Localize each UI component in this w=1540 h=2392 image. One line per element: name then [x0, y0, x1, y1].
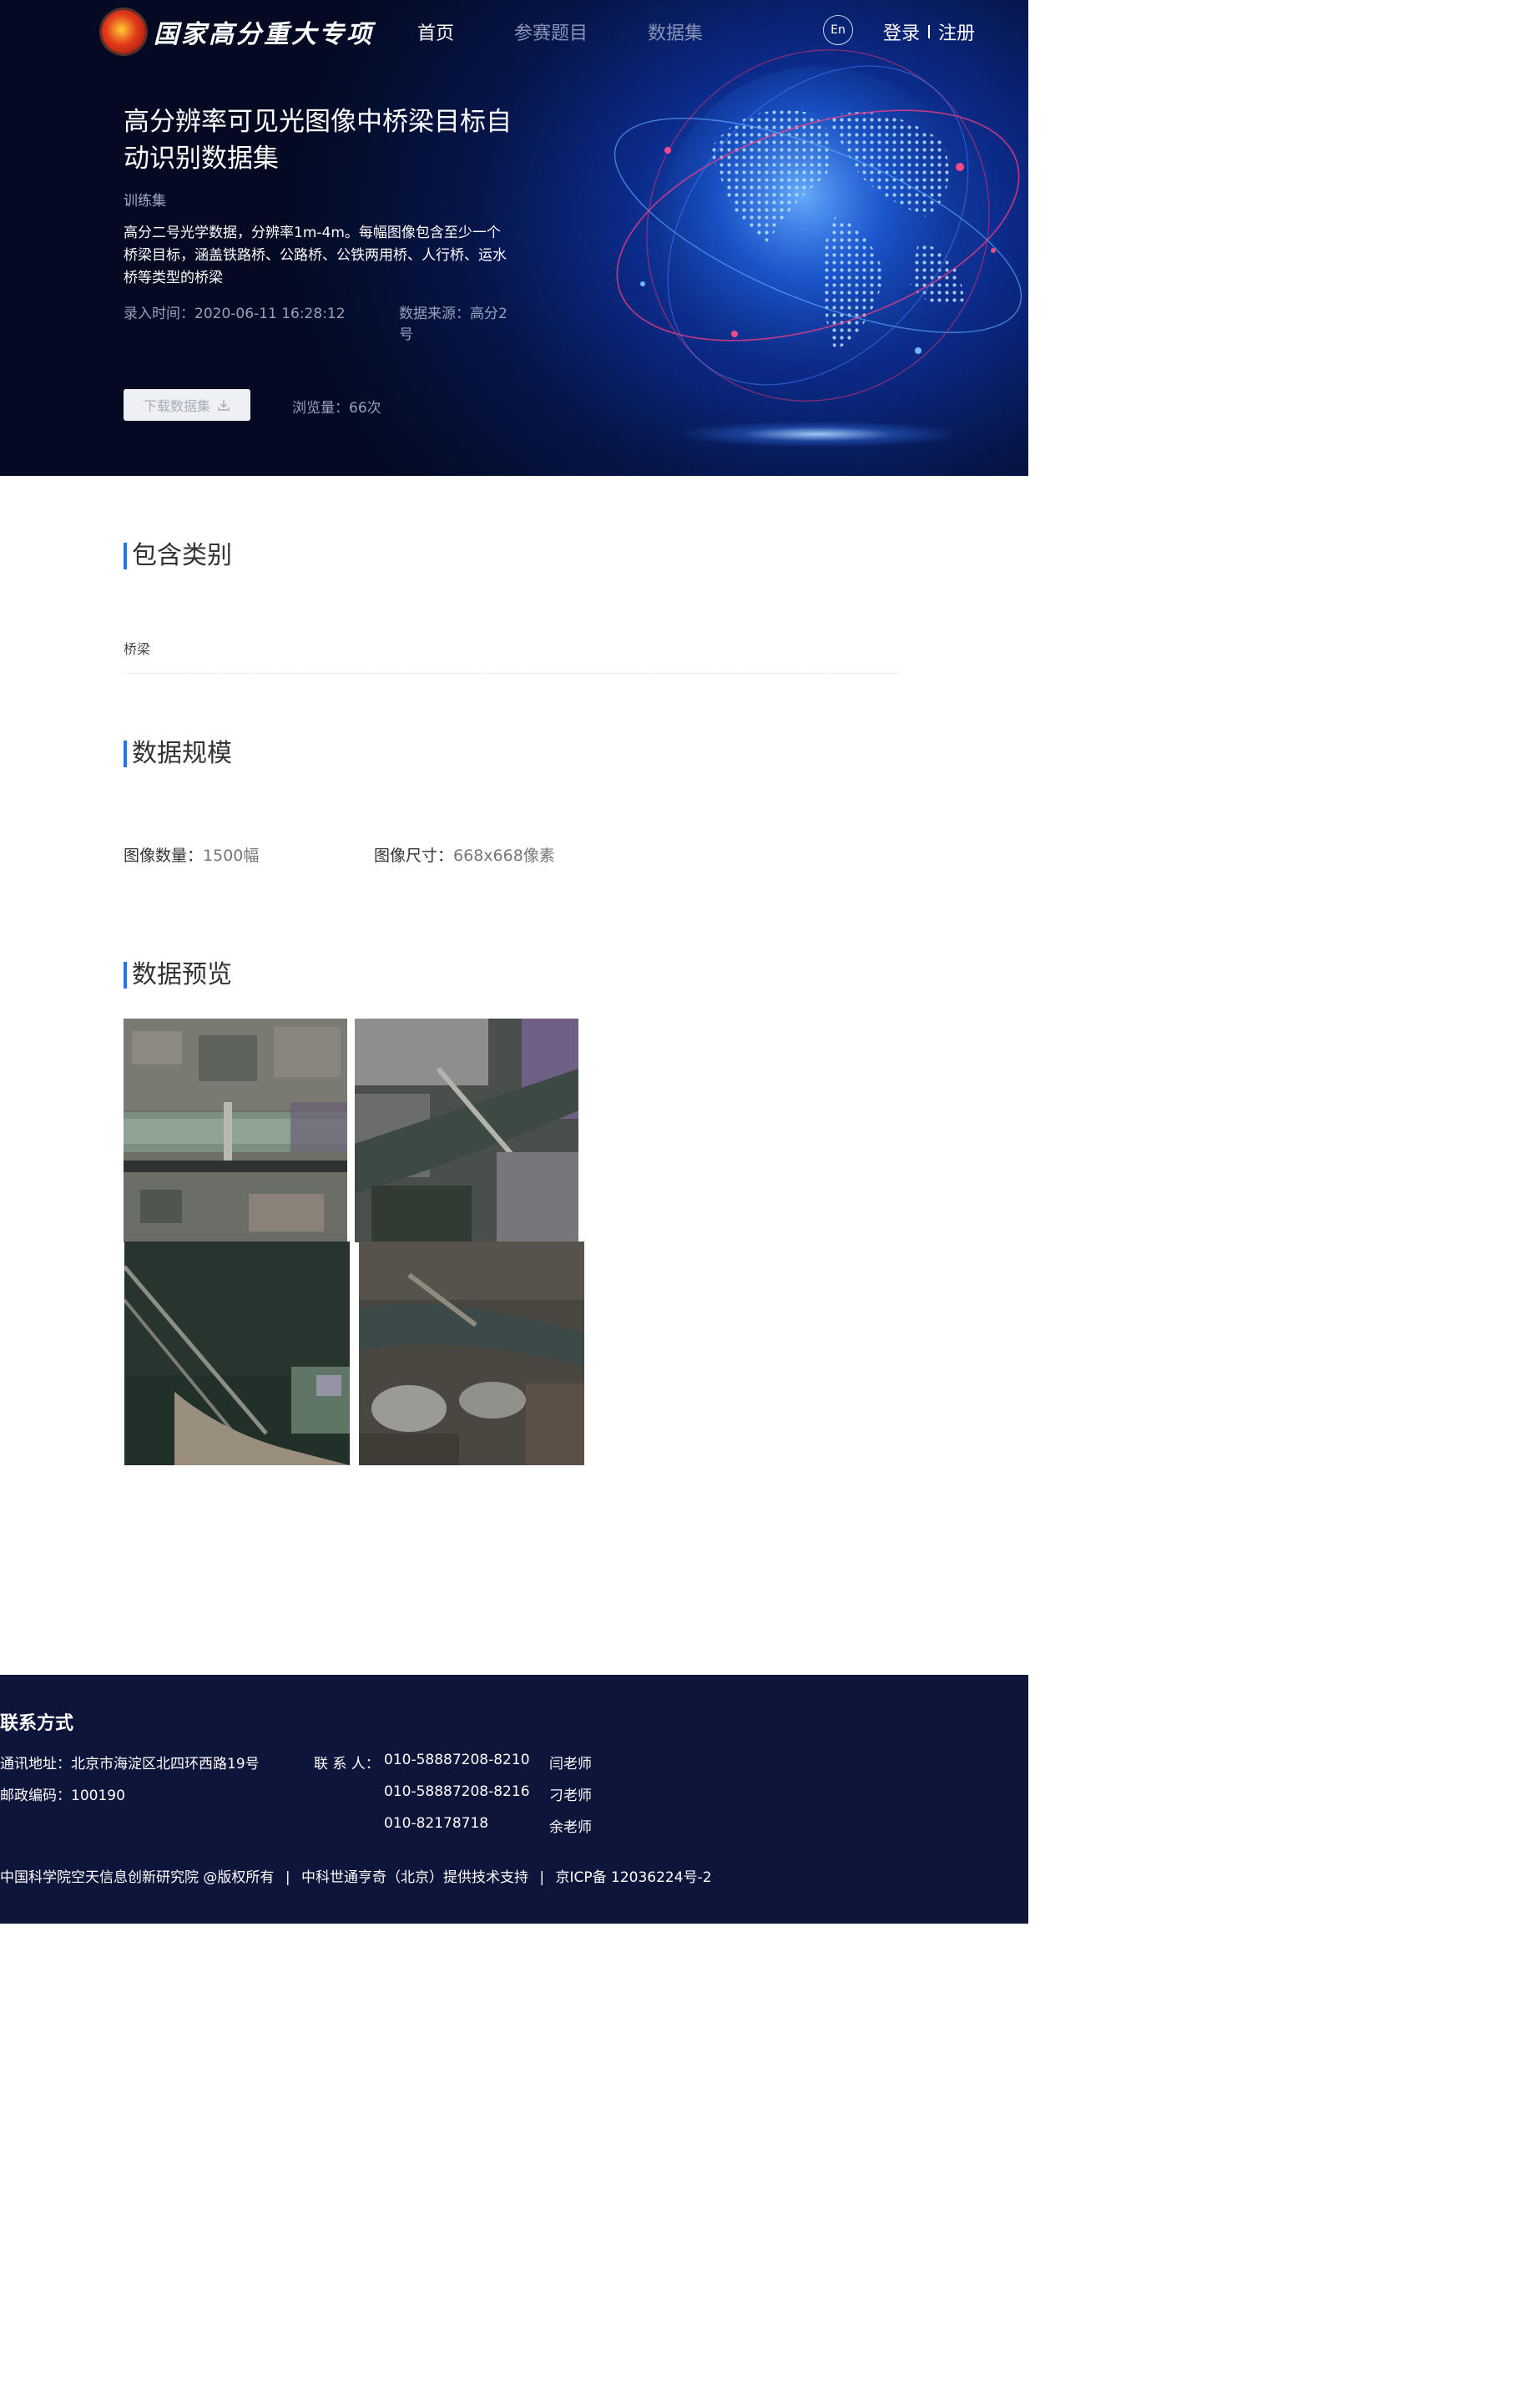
- section-title-preview: 数据预览: [124, 962, 232, 989]
- hero-banner: 国家高分重大专项 首页 参赛题目 数据集 En 登录 注册 高分辨率可见光图像中…: [0, 0, 1028, 476]
- preview-image-2[interactable]: [355, 1019, 578, 1242]
- nav-datasets[interactable]: 数据集: [648, 18, 703, 45]
- globe-illustration: [613, 49, 1022, 402]
- footer-address: 通讯地址：北京市海淀区北四环西路19号: [0, 1756, 260, 1773]
- footer-postcode: 邮政编码：100190: [0, 1788, 125, 1804]
- data-source: 数据来源：高分2号: [399, 306, 507, 343]
- site-logo[interactable]: 国家高分重大专项: [102, 10, 374, 53]
- site-footer: 联系方式 通讯地址：北京市海淀区北四环西路19号 邮政编码：100190 联 系…: [0, 1675, 1028, 1924]
- download-dataset-button[interactable]: 下载数据集: [124, 389, 250, 421]
- footer-title: 联系方式: [0, 1713, 74, 1734]
- nav-topics[interactable]: 参赛题目: [514, 18, 588, 45]
- footer-separator: |: [285, 1869, 290, 1886]
- image-count-label: 图像数量：: [124, 847, 204, 865]
- download-icon: [218, 400, 230, 411]
- footer-support: 中科世通亨奇（北京）提供技术支持: [300, 1869, 528, 1886]
- light-glow: [684, 422, 952, 447]
- download-label: 下载数据集: [143, 398, 210, 414]
- logo-text: 国家高分重大专项: [154, 20, 374, 49]
- footer-separator: |: [539, 1869, 545, 1886]
- footer-contact-label: 联 系 人：: [314, 1756, 380, 1773]
- footer-contact-phone: 010-82178718: [384, 1815, 489, 1832]
- footer-contact-phone: 010-58887208-8210: [384, 1752, 530, 1768]
- footer-contact-phone: 010-58887208-8216: [384, 1783, 530, 1800]
- preview-image-3[interactable]: [124, 1242, 350, 1465]
- section-title-scale: 数据规模: [124, 741, 232, 767]
- logo-seal-icon: [102, 10, 145, 53]
- view-count: 浏览量：66次: [292, 400, 381, 417]
- image-size-label: 图像尺寸：: [374, 847, 454, 865]
- image-count: 图像数量：1500幅: [124, 843, 259, 866]
- footer-legal: 中国科学院空天信息创新研究院 @版权所有 | 中科世通亨奇（北京）提供技术支持 …: [0, 1865, 712, 1886]
- record-time: 录入时间：2020-06-11 16:28:12: [124, 306, 346, 322]
- footer-contact-name: 闫老师: [549, 1756, 592, 1773]
- language-toggle[interactable]: En: [823, 15, 853, 45]
- preview-image-1[interactable]: [124, 1019, 347, 1242]
- category-divider: [124, 673, 900, 674]
- section-title-categories: 包含类别: [124, 543, 232, 569]
- nav-home[interactable]: 首页: [417, 18, 454, 45]
- category-item: 桥梁: [124, 641, 151, 657]
- register-link[interactable]: 注册: [938, 18, 975, 45]
- dataset-description: 高分二号光学数据，分辨率1m-4m。每幅图像包含至少一个桥梁目标，涵盖铁路桥、公…: [124, 225, 507, 286]
- dataset-tag: 训练集: [124, 193, 166, 210]
- image-size-value: 668x668像素: [453, 847, 555, 865]
- preview-image-4[interactable]: [359, 1242, 584, 1465]
- footer-copyright: 中国科学院空天信息创新研究院 @版权所有: [0, 1869, 275, 1886]
- dataset-title: 高分辨率可见光图像中桥梁目标自动识别数据集: [124, 107, 512, 174]
- image-count-value: 1500幅: [203, 847, 260, 865]
- auth-links: 登录 注册: [883, 18, 975, 45]
- top-nav: 国家高分重大专项 首页 参赛题目 数据集 En 登录 注册: [0, 0, 1028, 63]
- image-size: 图像尺寸：668x668像素: [374, 843, 555, 866]
- footer-icp-link[interactable]: 京ICP备 12036224号-2: [556, 1869, 712, 1886]
- login-link[interactable]: 登录: [883, 18, 920, 45]
- auth-divider: [928, 25, 931, 38]
- footer-contact-name: 余老师: [549, 1819, 592, 1836]
- footer-contact-name: 刁老师: [549, 1788, 592, 1804]
